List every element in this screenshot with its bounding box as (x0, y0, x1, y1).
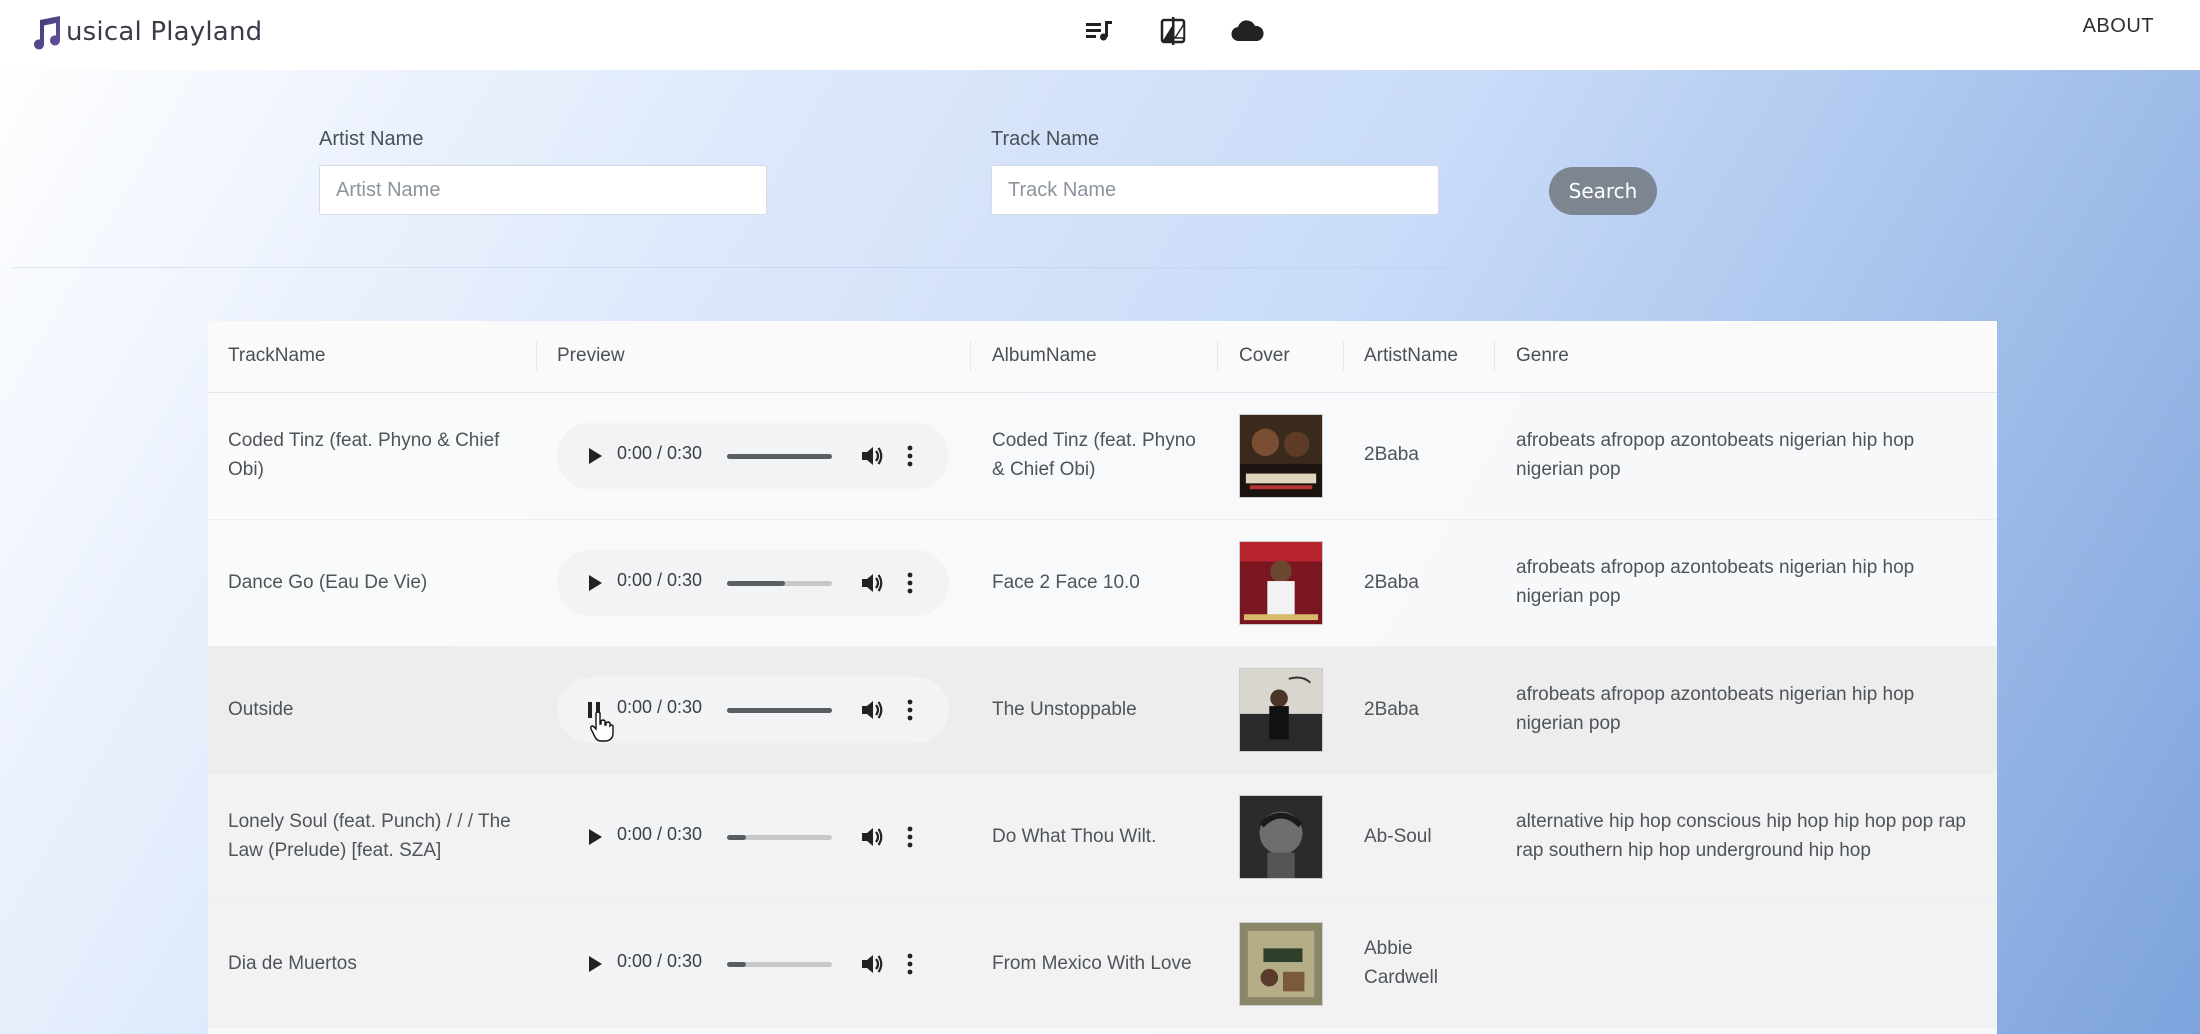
table-row[interactable]: Dia de Muertos 0:00 / 0:30 From Mexico W… (208, 901, 1997, 1028)
progress-fill (727, 454, 832, 459)
more-options-icon[interactable] (902, 951, 918, 977)
artist-name-cell: 2Baba (1364, 444, 1419, 465)
header-genre[interactable]: Genre (1516, 345, 1569, 367)
progress-slider[interactable] (727, 708, 832, 713)
artist-name-input[interactable] (319, 165, 767, 215)
album-cover-image (1239, 795, 1323, 879)
album-cover-image (1239, 414, 1323, 498)
column-divider (970, 341, 971, 371)
album-cover-image (1239, 668, 1323, 752)
progress-fill (727, 708, 832, 713)
header-albumname[interactable]: AlbumName (992, 345, 1097, 367)
results-table: TrackName Preview AlbumName Cover Artist… (208, 321, 1997, 1034)
audio-player: 0:00 / 0:30 (557, 931, 949, 997)
play-icon[interactable] (581, 951, 607, 977)
artist-name-cell: Abbie Cardwell (1364, 938, 1438, 988)
header-trackname[interactable]: TrackName (228, 345, 325, 367)
genre-cell: alternative hip hop conscious hip hop hi… (1516, 811, 1966, 861)
table-row[interactable]: Coded Tinz (feat. Phyno & Chief Obi) 0:0… (208, 393, 1997, 520)
search-button[interactable]: Search (1549, 167, 1657, 215)
table-row[interactable]: Lonely Soul (feat. Punch) / / / The Law … (208, 774, 1997, 901)
track-name-cell: Dia de Muertos (228, 953, 357, 974)
album-cover-image (1239, 541, 1323, 625)
album-cover-image (1239, 922, 1323, 1006)
progress-fill (727, 581, 785, 586)
album-name-cell: The Unstoppable (992, 699, 1137, 720)
volume-icon[interactable] (859, 697, 885, 723)
more-options-icon[interactable] (902, 824, 918, 850)
track-name-cell: Coded Tinz (feat. Phyno & Chief Obi) (228, 430, 500, 480)
audio-player: 0:00 / 0:30 (557, 804, 949, 870)
album-name-cell: Do What Thou Wilt. (992, 826, 1157, 847)
table-header: TrackName Preview AlbumName Cover Artist… (208, 321, 1997, 393)
form-divider (12, 267, 1452, 268)
more-options-icon[interactable] (902, 570, 918, 596)
header-preview[interactable]: Preview (557, 345, 625, 367)
genre-cell: afrobeats afropop azontobeats nigerian h… (1516, 684, 1915, 734)
volume-icon[interactable] (859, 570, 885, 596)
audio-player: 0:00 / 0:30 (557, 423, 949, 489)
album-name-cell: Coded Tinz (feat. Phyno & Chief Obi) (992, 430, 1196, 480)
track-name-cell: Dance Go (Eau De Vie) (228, 572, 428, 593)
album-name-cell: From Mexico With Love (992, 953, 1192, 974)
header-cover[interactable]: Cover (1239, 345, 1290, 367)
audio-player: 0:00 / 0:30 (557, 550, 949, 616)
progress-fill (727, 835, 746, 840)
navbar: usical Playland ABOUT (0, 0, 2200, 70)
pause-icon[interactable] (581, 697, 607, 723)
cloud-icon[interactable] (1230, 14, 1264, 48)
track-name-cell: Lonely Soul (feat. Punch) / / / The Law … (228, 811, 511, 861)
progress-slider[interactable] (727, 962, 832, 967)
track-name-label: Track Name (991, 128, 1100, 150)
playlist-icon[interactable] (1082, 14, 1116, 48)
column-divider (1217, 341, 1218, 371)
player-time: 0:00 / 0:30 (617, 570, 703, 590)
progress-fill (727, 962, 746, 967)
compare-icon[interactable] (1156, 14, 1190, 48)
track-name-input[interactable] (991, 165, 1439, 215)
progress-slider[interactable] (727, 454, 832, 459)
player-time: 0:00 / 0:30 (617, 697, 703, 717)
header-artistname[interactable]: ArtistName (1364, 345, 1458, 367)
player-time: 0:00 / 0:30 (617, 824, 703, 844)
player-time: 0:00 / 0:30 (617, 443, 703, 463)
column-divider (1494, 341, 1495, 371)
play-icon[interactable] (581, 443, 607, 469)
volume-icon[interactable] (859, 443, 885, 469)
artist-name-cell: Ab-Soul (1364, 826, 1432, 847)
column-divider (536, 341, 537, 371)
music-note-logo-icon (34, 16, 61, 50)
artist-name-cell: 2Baba (1364, 572, 1419, 593)
table-row[interactable]: Dance Go (Eau De Vie) 0:00 / 0:30 Face 2… (208, 520, 1997, 647)
nav-icons (1082, 14, 1264, 48)
player-time: 0:00 / 0:30 (617, 951, 703, 971)
brand-name: usical Playland (66, 17, 263, 47)
more-options-icon[interactable] (902, 697, 918, 723)
volume-icon[interactable] (859, 951, 885, 977)
artist-name-label: Artist Name (319, 128, 424, 150)
progress-slider[interactable] (727, 835, 832, 840)
column-divider (1343, 341, 1344, 371)
play-icon[interactable] (581, 570, 607, 596)
album-name-cell: Face 2 Face 10.0 (992, 572, 1140, 593)
brand[interactable]: usical Playland (30, 12, 262, 52)
table-row[interactable]: Outside 0:00 / 0:30 The Unstoppable 2Bab… (208, 647, 1997, 774)
genre-cell: afrobeats afropop azontobeats nigerian h… (1516, 430, 1915, 480)
audio-player: 0:00 / 0:30 (557, 677, 949, 743)
about-link[interactable]: ABOUT (2083, 15, 2154, 38)
artist-name-cell: 2Baba (1364, 699, 1419, 720)
genre-cell: afrobeats afropop azontobeats nigerian h… (1516, 557, 1915, 607)
more-options-icon[interactable] (902, 443, 918, 469)
volume-icon[interactable] (859, 824, 885, 850)
track-name-cell: Outside (228, 699, 294, 720)
play-icon[interactable] (581, 824, 607, 850)
progress-slider[interactable] (727, 581, 832, 586)
